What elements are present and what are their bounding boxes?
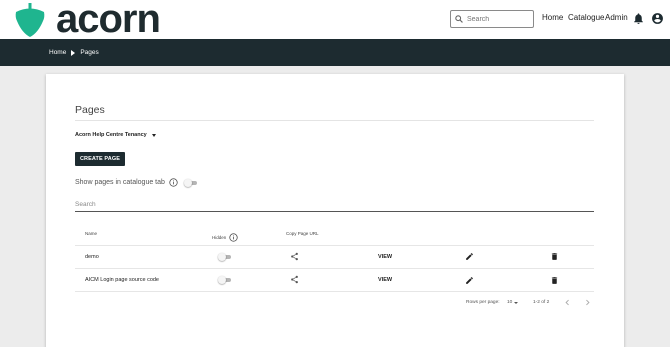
breadcrumb-home[interactable]: Home — [49, 49, 66, 56]
tenancy-label: Acorn Help Centre Tenancy — [75, 132, 147, 138]
nav-admin[interactable]: Admin — [605, 13, 628, 22]
nav-home[interactable]: Home — [542, 13, 563, 22]
breadcrumb-pages: Pages — [80, 49, 99, 56]
table-divider — [75, 268, 594, 269]
edit-pencil-icon[interactable] — [465, 252, 474, 261]
page-title: Pages — [75, 104, 105, 116]
brand-wordmark: acorn — [56, 0, 161, 41]
delete-trash-icon[interactable] — [550, 276, 559, 285]
rows-per-page-select[interactable]: 10 — [507, 300, 519, 305]
page-name: AICM Login page source code — [85, 277, 159, 283]
tenancy-select[interactable]: Acorn Help Centre Tenancy — [75, 132, 156, 138]
info-icon[interactable] — [229, 233, 238, 242]
breadcrumb: Home Pages — [0, 39, 670, 66]
search-icon — [455, 15, 463, 23]
column-header-name: Name — [85, 231, 98, 236]
acorn-logo[interactable]: acorn — [14, 0, 161, 41]
info-icon[interactable] — [169, 178, 178, 187]
show-in-catalogue-row: Show pages in catalogue tab — [75, 178, 197, 187]
page-name: demo — [85, 254, 99, 260]
chevron-left-icon[interactable] — [564, 299, 571, 306]
show-in-catalogue-toggle[interactable] — [183, 178, 197, 187]
pagination-range: 1-2 of 2 — [533, 300, 550, 305]
hidden-toggle[interactable] — [218, 276, 231, 284]
nav-catalogue[interactable]: Catalogue — [568, 13, 604, 22]
delete-trash-icon[interactable] — [550, 252, 559, 261]
rows-per-page-value: 10 — [507, 300, 513, 305]
header-search[interactable] — [450, 10, 534, 28]
show-in-catalogue-label: Show pages in catalogue tab — [75, 179, 165, 186]
pages-card: Pages Acorn Help Centre Tenancy CREATE P… — [46, 74, 624, 347]
table-divider — [75, 291, 594, 292]
chevron-right-icon[interactable] — [584, 299, 591, 306]
top-header: acorn Home Catalogue Admin — [0, 0, 670, 39]
view-link[interactable]: VIEW — [378, 254, 392, 260]
header-search-input[interactable] — [467, 15, 527, 23]
rows-per-page-label: Rows per page: — [466, 300, 500, 305]
pages-search-input[interactable] — [75, 198, 594, 212]
account-circle-icon[interactable] — [651, 12, 664, 25]
edit-pencil-icon[interactable] — [465, 276, 474, 285]
share-icon[interactable] — [290, 252, 299, 261]
acorn-leaf-icon — [15, 2, 45, 37]
share-icon[interactable] — [290, 275, 299, 284]
table-divider — [75, 245, 594, 246]
breadcrumb-separator-icon — [71, 49, 76, 56]
create-page-button[interactable]: CREATE PAGE — [75, 152, 125, 166]
view-link[interactable]: VIEW — [378, 277, 392, 283]
column-header-hidden: Hidden — [212, 233, 238, 242]
title-divider — [75, 120, 594, 121]
chevron-down-icon — [514, 301, 519, 304]
bell-icon[interactable] — [632, 12, 645, 25]
column-header-copy-url: Copy Page URL — [286, 231, 319, 236]
chevron-down-icon — [151, 133, 156, 137]
hidden-toggle[interactable] — [218, 253, 231, 261]
